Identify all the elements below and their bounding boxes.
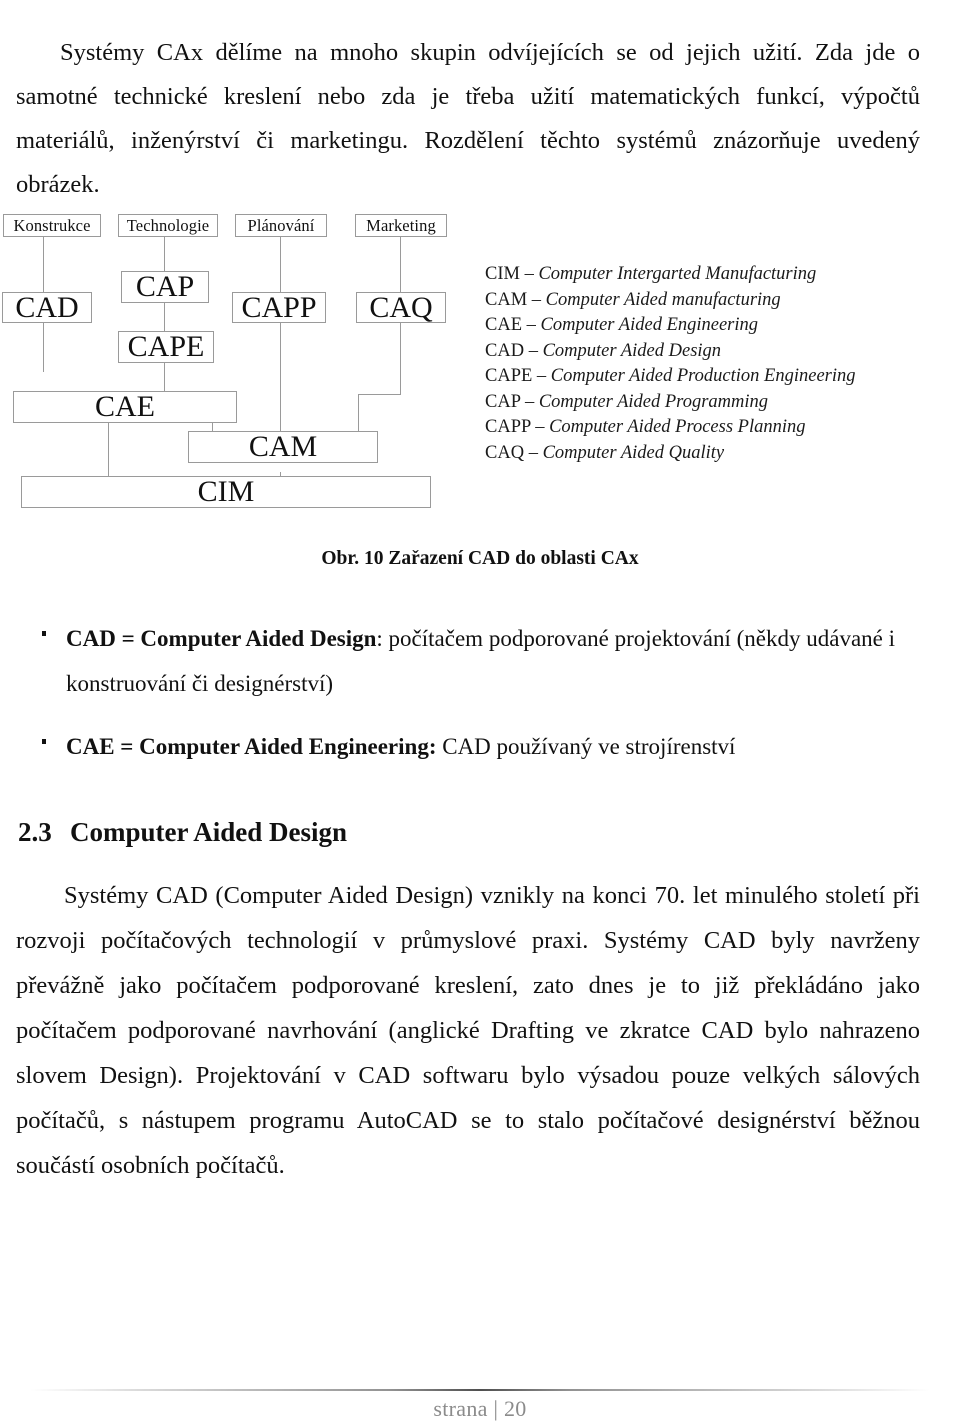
legend-row: CIM – Computer Intergarted Manufacturing xyxy=(485,262,925,288)
legend-separator: – xyxy=(524,442,543,463)
legend-full: Computer Aided manufacturing xyxy=(545,289,781,310)
legend-abbr: CIM xyxy=(485,264,520,284)
legend-row: CAPP – Computer Aided Process Planning xyxy=(485,415,925,441)
list-item: CAD = Computer Aided Design: počítačem p… xyxy=(22,616,922,706)
connector-caq-elbow-down xyxy=(400,322,401,394)
connector-cap-cape xyxy=(164,302,165,332)
body-paragraph: Systémy CAD (Computer Aided Design) vzni… xyxy=(16,873,920,1188)
figure-caption: Obr. 10 Zařazení CAD do oblasti CAx xyxy=(321,548,639,569)
diagram-box-cad: CAD xyxy=(2,290,92,324)
diagram-box-label: CAP xyxy=(135,270,195,303)
legend-row: CAD – Computer Aided Design xyxy=(485,339,925,365)
document-page: Systémy CAx dělíme na mnoho skupin odvíj… xyxy=(0,0,960,1425)
legend-row: CAM – Computer Aided manufacturing xyxy=(485,288,925,314)
section-number: 2.3 xyxy=(18,817,52,848)
page-footer: strana | 20 xyxy=(433,1396,527,1421)
connector-cad-cae xyxy=(43,322,44,372)
footer-divider xyxy=(30,1389,930,1391)
bullet-dot-icon xyxy=(42,739,46,744)
diagram-box-caq: CAQ xyxy=(356,290,446,324)
connector-konstrukce-cad xyxy=(43,236,44,292)
bullet-list: CAD = Computer Aided Design: počítačem p… xyxy=(22,616,922,769)
connector-capp-cam xyxy=(280,322,281,432)
diagram-box-label: CAPE xyxy=(127,330,205,363)
list-item-term: CAE = Computer Aided Engineering: xyxy=(66,734,437,759)
legend-full: Computer Aided Engineering xyxy=(540,315,759,335)
list-item-definition: CAD používaný ve strojírenství xyxy=(436,734,736,759)
connector-caq-elbow-into-cam xyxy=(358,394,359,432)
legend-full: Computer Aided Process Planning xyxy=(549,417,806,437)
legend-full: Computer Aided Production Engineering xyxy=(550,366,856,386)
legend-abbr: CAP xyxy=(485,391,521,412)
section-heading: 2.3 Computer Aided Design xyxy=(18,817,347,848)
list-item-term: CAD = Computer Aided Design xyxy=(66,626,377,651)
diagram-box-label: CAE xyxy=(95,390,155,423)
diagram-box-label: Technologie xyxy=(126,215,210,235)
diagram-box-marketing: Marketing xyxy=(355,214,447,237)
section-title: Computer Aided Design xyxy=(70,817,348,848)
diagram-box-cim: CIM xyxy=(21,475,431,508)
legend-abbr: CAPE xyxy=(485,366,533,386)
legend-abbr: CAPP xyxy=(485,417,531,437)
legend-separator: – xyxy=(520,391,539,412)
legend-separator: – xyxy=(527,289,546,310)
legend-row: CAE – Computer Aided Engineering xyxy=(485,313,925,339)
cax-hierarchy-diagram: Konstrukce Technologie Plánování Marketi… xyxy=(0,206,470,516)
intro-paragraph-text: Systémy CAx dělíme na mnoho skupin odvíj… xyxy=(16,38,920,198)
legend-separator: – xyxy=(530,417,550,437)
legend-full: Computer Intergarted Manufacturing xyxy=(538,264,817,284)
diagram-box-label: CAM xyxy=(248,430,318,463)
legend-separator: – xyxy=(524,340,543,361)
legend-full: Computer Aided Programming xyxy=(538,391,769,412)
connector-cape-cae xyxy=(164,362,165,392)
diagram-box-capp: CAPP xyxy=(232,290,326,324)
diagram-box-konstrukce: Konstrukce xyxy=(3,214,101,237)
diagram-box-label: CIM xyxy=(197,475,255,508)
diagram-box-cap: CAP xyxy=(121,270,209,303)
legend-row: CAPE – Computer Aided Production Enginee… xyxy=(485,364,925,390)
legend-row: CAQ – Computer Aided Quality xyxy=(485,441,925,467)
abbreviation-legend: CIM – Computer Intergarted Manufacturing… xyxy=(485,262,925,466)
diagram-box-planovani: Plánování xyxy=(235,214,327,237)
legend-abbr: CAM xyxy=(485,289,528,310)
legend-abbr: CAE xyxy=(485,315,522,335)
diagram-box-technologie: Technologie xyxy=(118,214,218,237)
legend-abbr: CAQ xyxy=(485,442,525,463)
legend-separator: – xyxy=(532,366,551,386)
connector-technologie-cap xyxy=(164,236,165,272)
list-item: CAE = Computer Aided Engineering: CAD po… xyxy=(22,724,922,769)
legend-separator: – xyxy=(519,264,539,284)
legend-row: CAP – Computer Aided Programming xyxy=(485,390,925,416)
diagram-box-cam: CAM xyxy=(188,430,378,463)
legend-full: Computer Aided Quality xyxy=(542,442,725,463)
diagram-box-label: Konstrukce xyxy=(13,215,91,235)
diagram-box-label: CAPP xyxy=(241,290,317,324)
diagram-box-label: CAQ xyxy=(369,290,433,324)
legend-abbr: CAD xyxy=(485,340,525,361)
diagram-box-cae: CAE xyxy=(13,390,237,423)
diagram-box-label: Marketing xyxy=(366,215,436,235)
body-paragraph-text: Systémy CAD (Computer Aided Design) vzni… xyxy=(16,881,920,1179)
intro-paragraph: Systémy CAx dělíme na mnoho skupin odvíj… xyxy=(16,31,920,207)
connector-planovani-capp xyxy=(280,236,281,292)
connector-marketing-caq xyxy=(400,236,401,292)
diagram-box-cape: CAPE xyxy=(118,330,214,363)
legend-separator: – xyxy=(522,315,541,335)
bullet-dot-icon xyxy=(42,631,46,636)
diagram-box-label: CAD xyxy=(15,290,79,324)
connector-caq-elbow-across xyxy=(358,394,401,395)
diagram-box-label: Plánování xyxy=(247,215,315,235)
legend-full: Computer Aided Design xyxy=(542,340,722,361)
